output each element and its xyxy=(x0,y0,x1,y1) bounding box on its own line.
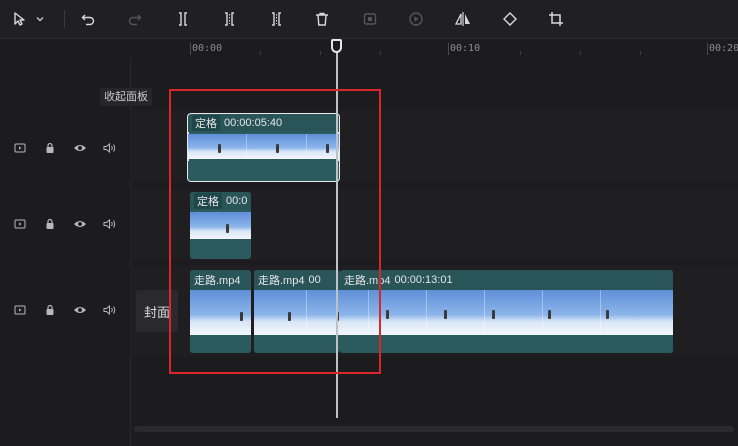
collapse-panel-button[interactable]: 收起面板 xyxy=(100,88,152,106)
ruler-minor-tick xyxy=(580,51,581,55)
redo-icon[interactable] xyxy=(123,7,147,31)
ruler-tick xyxy=(448,43,449,55)
volume-icon[interactable] xyxy=(98,213,122,235)
clip-header: 走路.mp4 00:00:13:01 xyxy=(340,270,673,290)
thumbnail-divider xyxy=(542,290,543,335)
delete-icon[interactable] xyxy=(310,7,334,31)
playhead-handle[interactable] xyxy=(331,39,342,53)
eye-icon[interactable] xyxy=(68,299,92,321)
clip-timecode: 00:00:13:01 xyxy=(394,274,453,286)
rotate-icon[interactable] xyxy=(498,7,522,31)
horizontal-scrollbar[interactable] xyxy=(134,426,734,432)
ruler-minor-tick xyxy=(320,51,321,55)
lock-icon[interactable] xyxy=(38,299,62,321)
walking-figure xyxy=(444,310,447,319)
chevron-down-icon[interactable] xyxy=(32,7,48,31)
freeze-icon[interactable] xyxy=(358,7,382,31)
split-right-icon[interactable] xyxy=(264,7,288,31)
volume-icon[interactable] xyxy=(98,137,122,159)
ruler-minor-tick xyxy=(640,51,641,55)
undo-icon[interactable] xyxy=(76,7,100,31)
ruler-label: 00:20 xyxy=(709,43,738,54)
thumbnail-divider xyxy=(484,290,485,335)
lock-icon[interactable] xyxy=(38,137,62,159)
split-icon[interactable] xyxy=(171,7,195,31)
ruler-minor-tick xyxy=(380,51,381,55)
highlight-annotation-box xyxy=(169,89,381,374)
track-controls xyxy=(8,213,122,237)
video-track-icon[interactable] xyxy=(8,213,32,235)
ruler-label: 00:10 xyxy=(450,43,481,54)
mirror-icon[interactable] xyxy=(451,7,475,31)
timeline-toolbar xyxy=(0,0,738,39)
ruler-tick xyxy=(707,43,708,55)
ruler-minor-tick xyxy=(520,51,521,55)
walking-figure xyxy=(606,310,609,319)
walking-figure xyxy=(386,310,389,319)
select-arrow-icon[interactable] xyxy=(8,7,32,31)
split-left-icon[interactable] xyxy=(218,7,242,31)
ruler-minor-tick xyxy=(260,51,261,55)
track-controls xyxy=(8,299,122,323)
play-circle-icon[interactable] xyxy=(404,7,428,31)
video-track-icon[interactable] xyxy=(8,299,32,321)
video-clip[interactable]: 走路.mp4 00:00:13:01 xyxy=(340,270,673,353)
track-controls xyxy=(8,137,122,161)
ruler-tick xyxy=(190,43,191,55)
video-track-icon[interactable] xyxy=(8,137,32,159)
eye-icon[interactable] xyxy=(68,213,92,235)
clip-thumbnail xyxy=(340,290,673,335)
lock-icon[interactable] xyxy=(38,213,62,235)
ruler-label: 00:00 xyxy=(192,43,223,54)
walking-figure xyxy=(548,310,551,319)
time-ruler[interactable]: 00:00 00:10 00:20 xyxy=(130,39,738,59)
crop-icon[interactable] xyxy=(544,7,568,31)
thumbnail-divider xyxy=(600,290,601,335)
thumbnail-divider xyxy=(426,290,427,335)
toolbar-separator xyxy=(64,10,65,28)
volume-icon[interactable] xyxy=(98,299,122,321)
clip-footer xyxy=(340,335,673,353)
walking-figure xyxy=(492,310,495,319)
eye-icon[interactable] xyxy=(68,137,92,159)
